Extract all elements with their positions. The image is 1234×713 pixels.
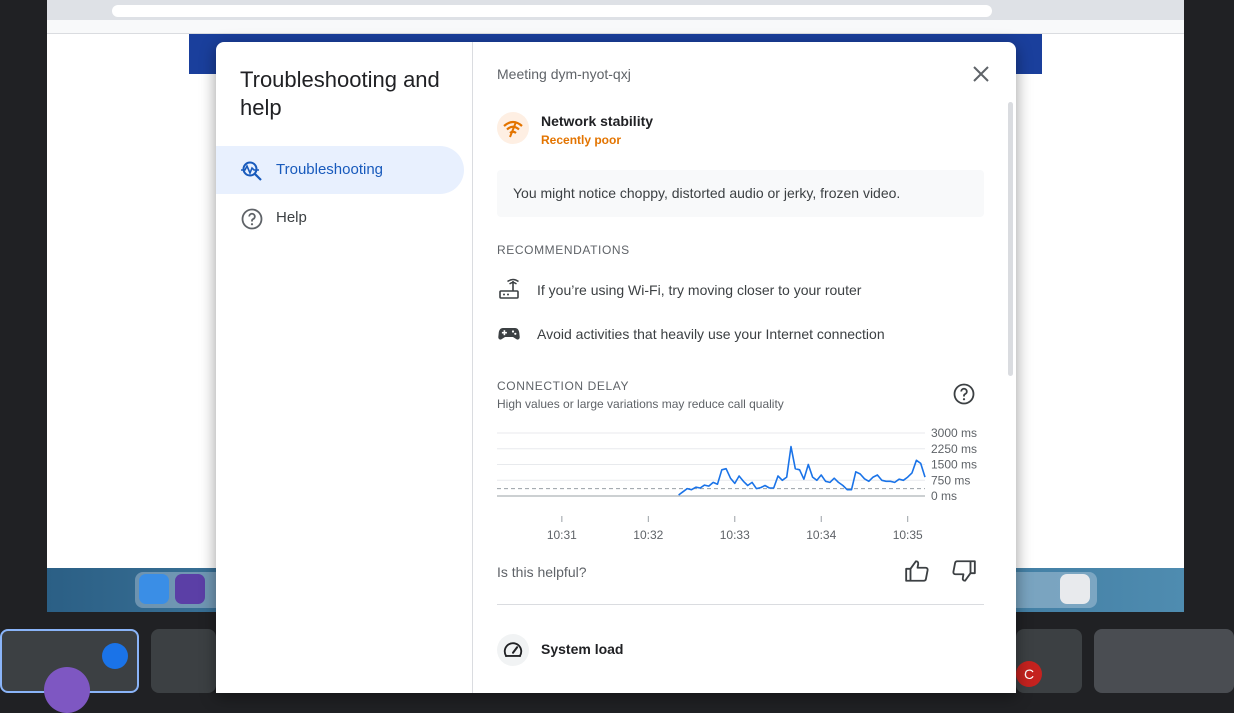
- thumbs-up-icon[interactable]: [904, 558, 930, 584]
- troubleshooting-dialog: Troubleshooting and help Troubleshooting…: [216, 42, 1016, 693]
- siri-icon: [175, 574, 205, 604]
- router-icon: [499, 278, 519, 299]
- chart-x-tick-label: 10:32: [633, 528, 663, 542]
- notice-text: You might notice choppy, distorted audio…: [513, 185, 901, 201]
- section-divider: [497, 604, 984, 605]
- scrollbar[interactable]: [1008, 102, 1013, 376]
- system-load-title: System load: [541, 641, 624, 657]
- wifi-warning-icon: [503, 120, 523, 138]
- recommendations-heading: RECOMMENDATIONS: [497, 243, 630, 257]
- speedometer-icon: [503, 642, 523, 657]
- avatar: C: [1016, 661, 1042, 687]
- dialog-content: Meeting dym-nyot-qxj Network stability R…: [473, 42, 1016, 693]
- recommendation-text: If you’re using Wi-Fi, try moving closer…: [537, 282, 862, 298]
- recommendation-text: Avoid activities that heavily use your I…: [537, 326, 885, 342]
- network-status-value: Recently poor: [541, 133, 622, 147]
- nav-item-label: Help: [276, 209, 307, 226]
- chart-y-tick-label: 0 ms: [931, 489, 957, 503]
- meeting-title: Meeting dym-nyot-qxj: [497, 66, 631, 82]
- chart-y-tick-label: 3000 ms: [931, 426, 977, 440]
- finder-icon: [139, 574, 169, 604]
- connection-delay-chart: 3000 ms 2250 ms 1500 ms750 ms 0 ms 10:31 10:3…: [497, 426, 977, 542]
- close-icon[interactable]: [969, 62, 993, 86]
- chart-y-tick-label: 2250 ms: [931, 442, 977, 456]
- trash-icon: [1060, 574, 1090, 604]
- avatar: [44, 667, 90, 713]
- connection-delay-heading: CONNECTION DELAY: [497, 379, 630, 393]
- network-notice: You might notice choppy, distorted audio…: [497, 170, 984, 217]
- participant-tile[interactable]: [151, 629, 216, 693]
- system-load-badge: [497, 634, 529, 666]
- help-circle-icon[interactable]: [952, 382, 976, 406]
- nav-item-label: Troubleshooting: [276, 161, 384, 178]
- network-status-badge: [497, 112, 529, 144]
- network-stability-title: Network stability: [541, 113, 654, 129]
- chart-x-tick-label: 10:34: [806, 528, 836, 542]
- chart-y-tick-label: 1500 ms: [931, 458, 977, 472]
- dialog-title: Troubleshooting and help: [240, 67, 440, 120]
- chart-y-tick-label: 750 ms: [931, 473, 970, 487]
- chart-x-tick-label: 10:31: [547, 528, 577, 542]
- dialog-sidebar: Troubleshooting and help Troubleshooting…: [216, 42, 473, 693]
- feedback-question: Is this helpful?: [497, 564, 587, 580]
- participant-tile[interactable]: [1094, 629, 1234, 693]
- gamepad-icon: [498, 328, 520, 340]
- participant-tile[interactable]: C: [1016, 629, 1082, 693]
- troubleshoot-icon: [241, 161, 262, 181]
- participant-tile-self[interactable]: [0, 629, 139, 713]
- thumbs-down-icon[interactable]: [951, 558, 977, 584]
- nav-item-help[interactable]: Help: [216, 194, 464, 242]
- chart-x-tick-label: 10:33: [720, 528, 750, 542]
- help-circle-icon: [241, 208, 263, 230]
- chart-series-line: [678, 445, 926, 496]
- chart-x-tick-label: 10:35: [893, 528, 923, 542]
- nav-item-troubleshooting[interactable]: Troubleshooting: [216, 146, 464, 194]
- speaking-indicator-icon: [102, 643, 128, 669]
- bookmarks-bar: [47, 20, 1184, 34]
- browser-address-bar: [112, 5, 992, 17]
- connection-delay-subtitle: High values or large variations may redu…: [497, 397, 784, 411]
